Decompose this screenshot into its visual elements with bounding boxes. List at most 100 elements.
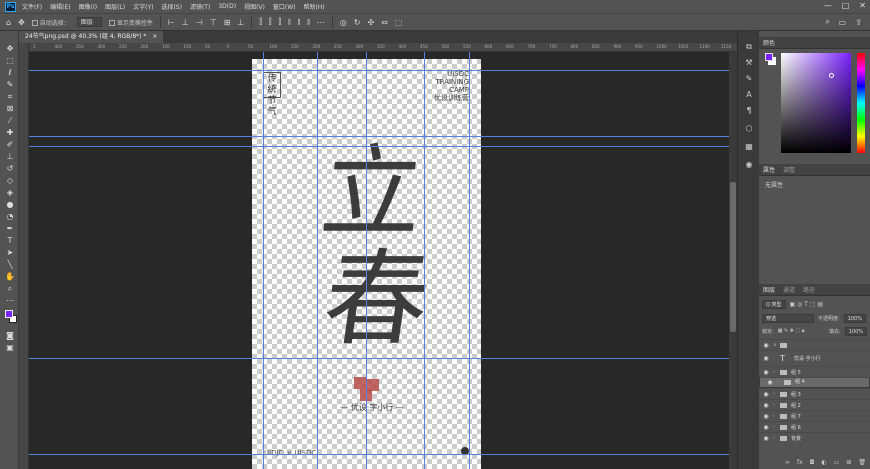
lasso-tool-icon[interactable]: ℓ xyxy=(5,68,15,78)
hue-slider[interactable] xyxy=(857,53,865,153)
distribute-top-icon[interactable]: ⫿ xyxy=(259,17,262,27)
expand-arrow-icon[interactable]: › xyxy=(773,413,780,419)
layer-style-icon[interactable]: fx xyxy=(797,459,803,469)
maximize-button[interactable]: □ xyxy=(842,1,850,10)
panel-color-swatches[interactable] xyxy=(765,53,777,67)
move-tool-preset-icon[interactable]: ✥ xyxy=(18,18,25,27)
expand-arrow-icon[interactable]: › xyxy=(777,378,784,387)
screen-mode-icon[interactable]: ▣ xyxy=(5,343,15,353)
new-layer-icon[interactable]: ⊞ xyxy=(846,459,851,469)
path-select-tool-icon[interactable]: ➤ xyxy=(5,248,15,258)
document-tab[interactable]: 24节气png.psd @ 40.3% (组 4, RGB/8*) * × xyxy=(19,31,164,43)
tab-properties[interactable]: 属性 xyxy=(763,165,775,174)
brush-settings-icon[interactable]: ✎ xyxy=(743,73,755,85)
history-panel-icon[interactable]: ⧉ xyxy=(743,41,755,53)
search-icon[interactable]: ⌕ xyxy=(826,17,830,27)
eyedropper-tool-icon[interactable]: ⁄ xyxy=(5,116,15,126)
lock-icons[interactable]: ▩ ✎ ✥ ⬚ 🔒︎ xyxy=(778,328,805,334)
menu-select[interactable]: 选择(S) xyxy=(161,2,182,11)
dodge-tool-icon[interactable]: ◔ xyxy=(5,212,15,222)
blend-mode-dropdown[interactable]: 穿透 xyxy=(762,313,814,323)
actions-panel-icon[interactable]: ⚒ xyxy=(743,57,755,69)
expand-arrow-icon[interactable]: › xyxy=(773,391,780,397)
healing-brush-tool-icon[interactable]: ✚ xyxy=(5,128,15,138)
menu-help[interactable]: 帮助(H) xyxy=(304,2,325,11)
new-group-icon[interactable]: ▭ xyxy=(834,459,840,469)
menu-filter[interactable]: 滤镜(T) xyxy=(190,2,210,11)
foreground-color-swatch[interactable] xyxy=(5,310,13,318)
vertical-guide[interactable] xyxy=(317,52,318,469)
visibility-eye-icon[interactable]: ◉ xyxy=(759,424,773,431)
close-button[interactable]: ✕ xyxy=(859,1,866,10)
delete-layer-icon[interactable]: 🗑︎ xyxy=(858,459,866,469)
close-tab-icon[interactable]: × xyxy=(152,33,157,40)
layer-row[interactable]: ◉ › 组 7 xyxy=(759,410,870,421)
visibility-eye-icon[interactable]: ◉ xyxy=(759,435,773,442)
layer-row[interactable]: ◉ › 组 2 xyxy=(759,399,870,410)
paragraph-panel-icon[interactable]: ¶ xyxy=(743,105,755,117)
line-tool-icon[interactable]: ╲ xyxy=(5,260,15,270)
layer-mask-icon[interactable]: ◘ xyxy=(810,459,815,469)
tab-paths[interactable]: 路径 xyxy=(803,285,815,294)
link-layers-icon[interactable]: ∞ xyxy=(785,459,790,469)
pen-tool-icon[interactable]: ✒ xyxy=(5,224,15,234)
align-top-icon[interactable]: ⊤ xyxy=(210,18,217,27)
horizontal-guide[interactable] xyxy=(29,146,737,147)
distribute-left-icon[interactable]: ⫾ xyxy=(288,17,291,27)
menu-image[interactable]: 图像(I) xyxy=(79,2,97,11)
tab-adjustments[interactable]: 调整 xyxy=(783,165,795,174)
visibility-eye-icon[interactable]: ◉ xyxy=(759,342,773,349)
3d-orbit-icon[interactable]: ◎ xyxy=(340,18,347,27)
3d-scale-icon[interactable]: ⬚ xyxy=(395,18,403,27)
history-brush-tool-icon[interactable]: ↺ xyxy=(5,164,15,174)
distribute-bottom-icon[interactable]: ⫿ xyxy=(279,17,282,27)
more-tools-icon[interactable]: ⋯ xyxy=(5,296,15,306)
brush-tool-icon[interactable]: ✐ xyxy=(5,140,15,150)
color-picker-field[interactable] xyxy=(781,53,851,153)
opacity-input[interactable]: 100% xyxy=(843,313,866,323)
distribute-center-icon[interactable]: ⫾ xyxy=(298,17,301,27)
3d-panel-icon[interactable]: ⬡ xyxy=(743,123,755,135)
swatches-panel-icon[interactable]: ▦ xyxy=(743,141,755,153)
more-options-icon[interactable]: ⋯ xyxy=(317,18,325,27)
expand-arrow-icon[interactable]: › xyxy=(773,435,780,441)
quick-select-tool-icon[interactable]: ✎ xyxy=(5,80,15,90)
blur-tool-icon[interactable]: ● xyxy=(5,200,15,210)
scrollbar-thumb[interactable] xyxy=(730,182,736,332)
vertical-scrollbar[interactable] xyxy=(729,52,737,469)
adjustment-layer-icon[interactable]: ◐ xyxy=(821,459,826,469)
type-tool-icon[interactable]: T xyxy=(5,236,15,246)
marquee-tool-icon[interactable]: ⬚ xyxy=(5,56,15,66)
menu-edit[interactable]: 编辑(E) xyxy=(50,2,70,11)
layer-row[interactable]: ◉ › 组 5 xyxy=(759,366,870,377)
horizontal-guide[interactable] xyxy=(29,358,737,359)
layer-row-selected[interactable]: ◉ › 组 4 xyxy=(759,377,870,388)
filter-icons[interactable]: ▣ ◎ T ⬚ ▤ xyxy=(790,301,824,308)
visibility-eye-icon[interactable]: ◉ xyxy=(759,391,773,398)
3d-pan-icon[interactable]: ✣ xyxy=(367,18,374,27)
layer-row[interactable]: ◉ T 优设·字小行 xyxy=(759,350,870,366)
visibility-eye-icon[interactable]: ◉ xyxy=(759,369,773,376)
visibility-eye-icon[interactable]: ◉ xyxy=(759,355,773,362)
distribute-middle-icon[interactable]: ⫿ xyxy=(269,17,272,27)
align-center-icon[interactable]: ⊥ xyxy=(182,18,189,27)
expand-arrow-icon[interactable]: › xyxy=(773,402,780,408)
3d-roll-icon[interactable]: ↻ xyxy=(354,18,361,27)
visibility-eye-icon[interactable]: ◉ xyxy=(759,402,773,409)
distribute-right-icon[interactable]: ⫾ xyxy=(307,17,310,27)
menu-view[interactable]: 视图(V) xyxy=(244,2,265,11)
visibility-eye-icon[interactable]: ◉ xyxy=(759,413,773,420)
vertical-guide[interactable] xyxy=(424,52,425,469)
gradient-tool-icon[interactable]: ◈ xyxy=(5,188,15,198)
auto-select-checkbox[interactable]: 自动选择： xyxy=(31,18,70,27)
menu-file[interactable]: 文件(F) xyxy=(22,2,42,11)
vertical-guide[interactable] xyxy=(366,52,367,469)
menu-3d[interactable]: 3D(D) xyxy=(218,3,236,10)
layer-kind-filter[interactable]: Q 类型 xyxy=(762,300,786,309)
eraser-tool-icon[interactable]: ◇ xyxy=(5,176,15,186)
menu-window[interactable]: 窗口(W) xyxy=(273,2,296,11)
visibility-eye-icon[interactable]: ◉ xyxy=(763,378,777,387)
horizontal-guide[interactable] xyxy=(29,70,737,71)
color-swatches[interactable] xyxy=(5,310,17,324)
hand-tool-icon[interactable]: ✋ xyxy=(5,272,15,282)
